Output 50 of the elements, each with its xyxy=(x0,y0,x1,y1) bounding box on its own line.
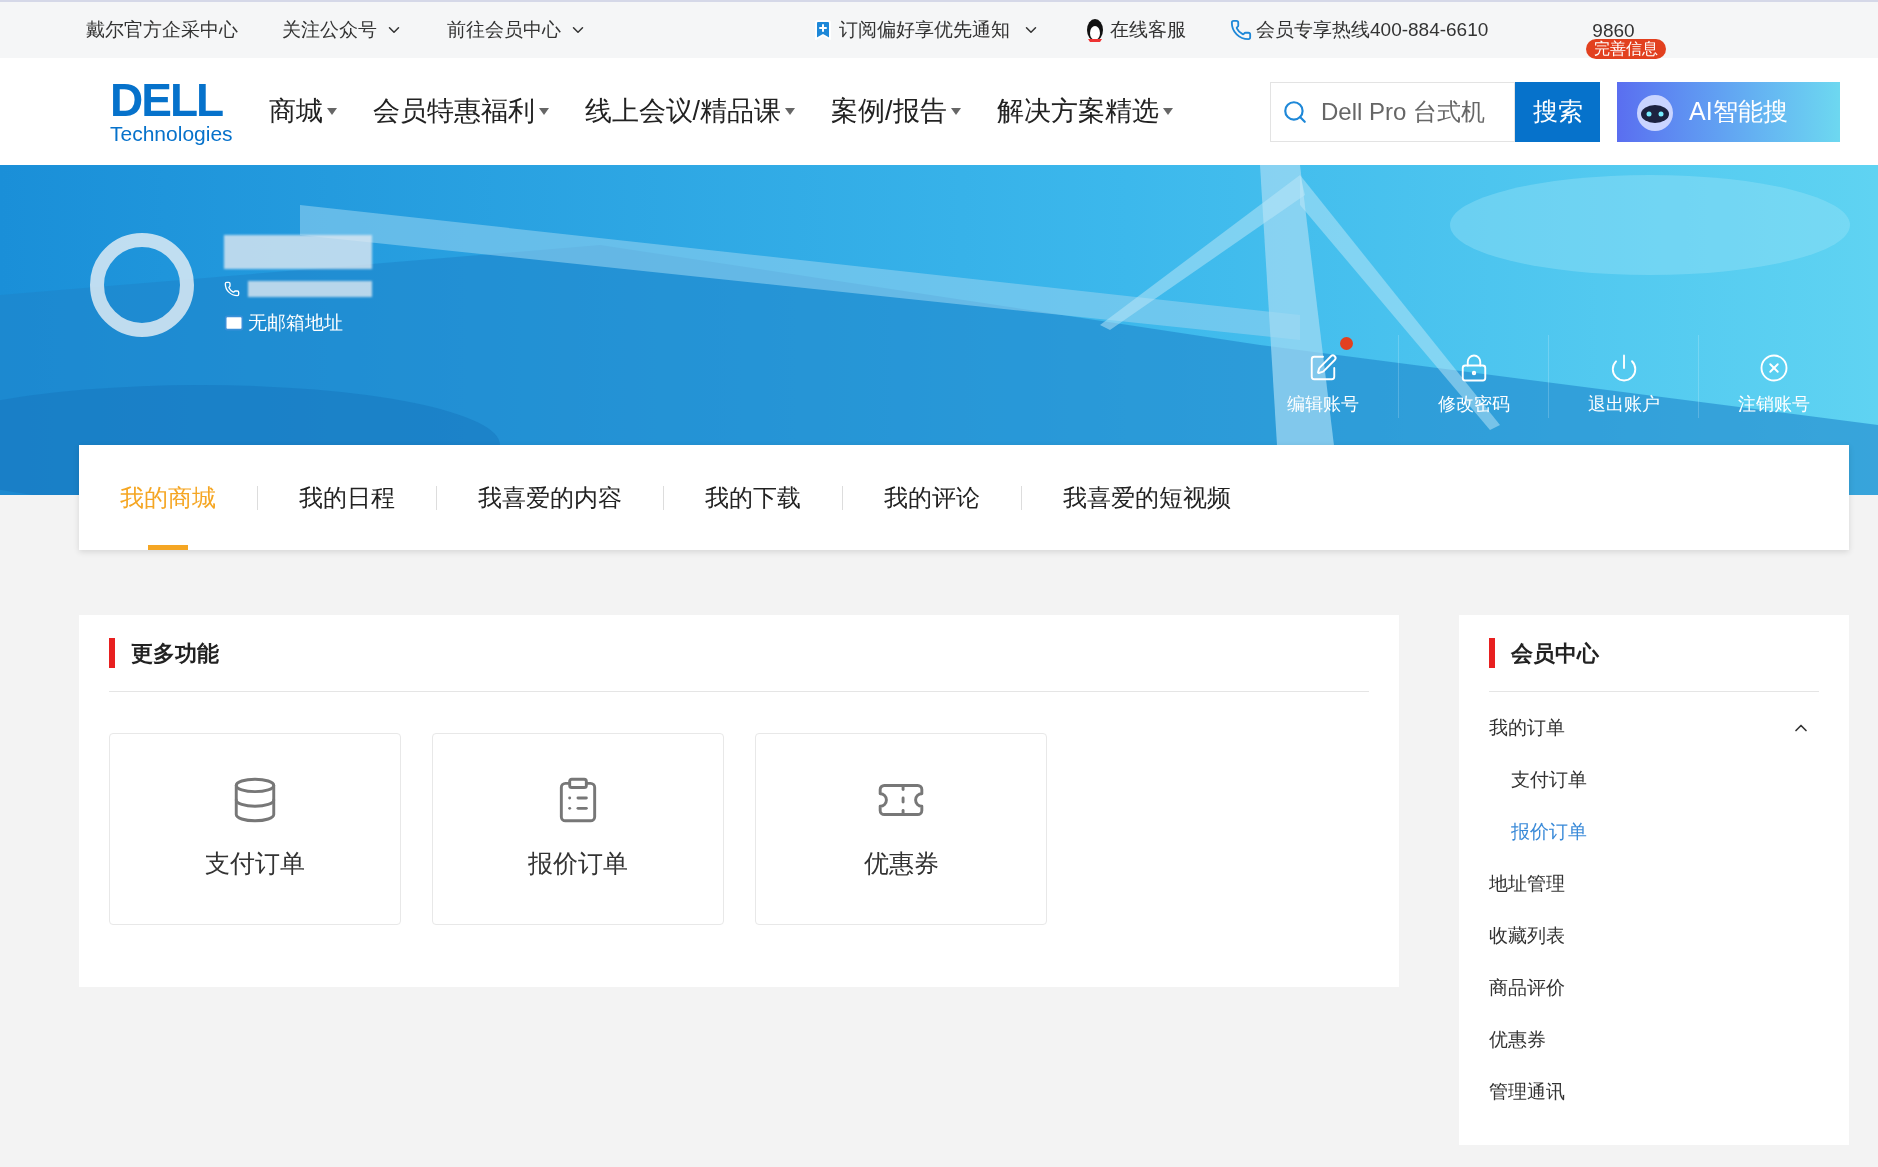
top-link[interactable]: 前往会员中心 xyxy=(447,15,587,45)
tab[interactable]: 我的日程 xyxy=(299,445,395,550)
caret-icon xyxy=(785,107,796,116)
logo-wordmark: DELL xyxy=(110,77,224,122)
penguin-icon xyxy=(1084,17,1106,43)
search-button[interactable]: 搜索 xyxy=(1515,81,1600,142)
sidebar-subitem[interactable]: 报价订单 xyxy=(1489,806,1819,858)
top-link[interactable]: 戴尔官方企采中心 xyxy=(86,15,238,45)
tab[interactable]: 我的评论 xyxy=(884,445,980,550)
accent-bar xyxy=(1489,638,1495,668)
sidebar-item[interactable]: 收藏列表 xyxy=(1489,910,1819,962)
sidebar-item[interactable]: 优惠券 xyxy=(1489,1014,1819,1066)
close-icon xyxy=(1758,353,1789,383)
nav-menu-item[interactable]: 案例/报告 xyxy=(831,91,961,132)
search-icon xyxy=(1282,98,1308,125)
sidebar-item[interactable]: 商品评价 xyxy=(1489,962,1819,1014)
feature-card[interactable]: 报价订单 xyxy=(432,733,724,925)
top-link[interactable]: 关注公众号 xyxy=(282,15,403,45)
subscribe-link[interactable]: 订阅偏好享优先通知 xyxy=(811,15,1040,45)
sidebar-subitem[interactable]: 支付订单 xyxy=(1489,754,1819,806)
search-field[interactable]: Dell Pro 台式机 xyxy=(1270,81,1515,142)
accent-bar xyxy=(109,638,115,668)
sidebar-item[interactable]: 地址管理 xyxy=(1489,858,1819,910)
nav-menu-item[interactable]: 商城 xyxy=(268,91,337,132)
caret-icon xyxy=(538,107,549,116)
feature-card[interactable]: 支付订单 xyxy=(109,733,401,925)
email-text: 无邮箱地址 xyxy=(248,311,343,335)
sidebar-item[interactable]: 我的订单 xyxy=(1489,702,1819,754)
sidebar-item[interactable]: 管理通讯 xyxy=(1489,1066,1819,1118)
nav-menu-item[interactable]: 会员特惠福利 xyxy=(372,91,549,132)
caret-icon xyxy=(1162,107,1173,116)
logo-tagline: Technologies xyxy=(110,121,233,146)
caret-icon xyxy=(950,107,961,116)
mail-icon xyxy=(224,313,244,334)
phone-icon xyxy=(224,281,240,297)
hotline-link[interactable]: 会员专享热线400-884-6610 xyxy=(1230,15,1489,45)
edit-icon xyxy=(1308,353,1338,383)
tab[interactable]: 我的下载 xyxy=(705,445,801,550)
nav-menu-item[interactable]: 解决方案精选 xyxy=(996,91,1173,132)
caret-icon xyxy=(326,107,337,116)
section-title: 会员中心 xyxy=(1511,639,1599,668)
points-count: 9860 xyxy=(1592,19,1635,41)
tab[interactable]: 我喜爱的内容 xyxy=(478,445,622,550)
phone-icon xyxy=(1230,19,1252,41)
tab[interactable]: 我喜爱的短视频 xyxy=(1063,445,1231,550)
complete-info-badge[interactable]: 完善信息 xyxy=(1586,39,1667,59)
section-title: 更多功能 xyxy=(131,639,219,668)
service-link[interactable]: 在线客服 xyxy=(1084,15,1186,45)
nav-menu-item[interactable]: 线上会议/精品课 xyxy=(584,91,796,132)
feature-card[interactable]: 优惠券 xyxy=(755,733,1047,925)
